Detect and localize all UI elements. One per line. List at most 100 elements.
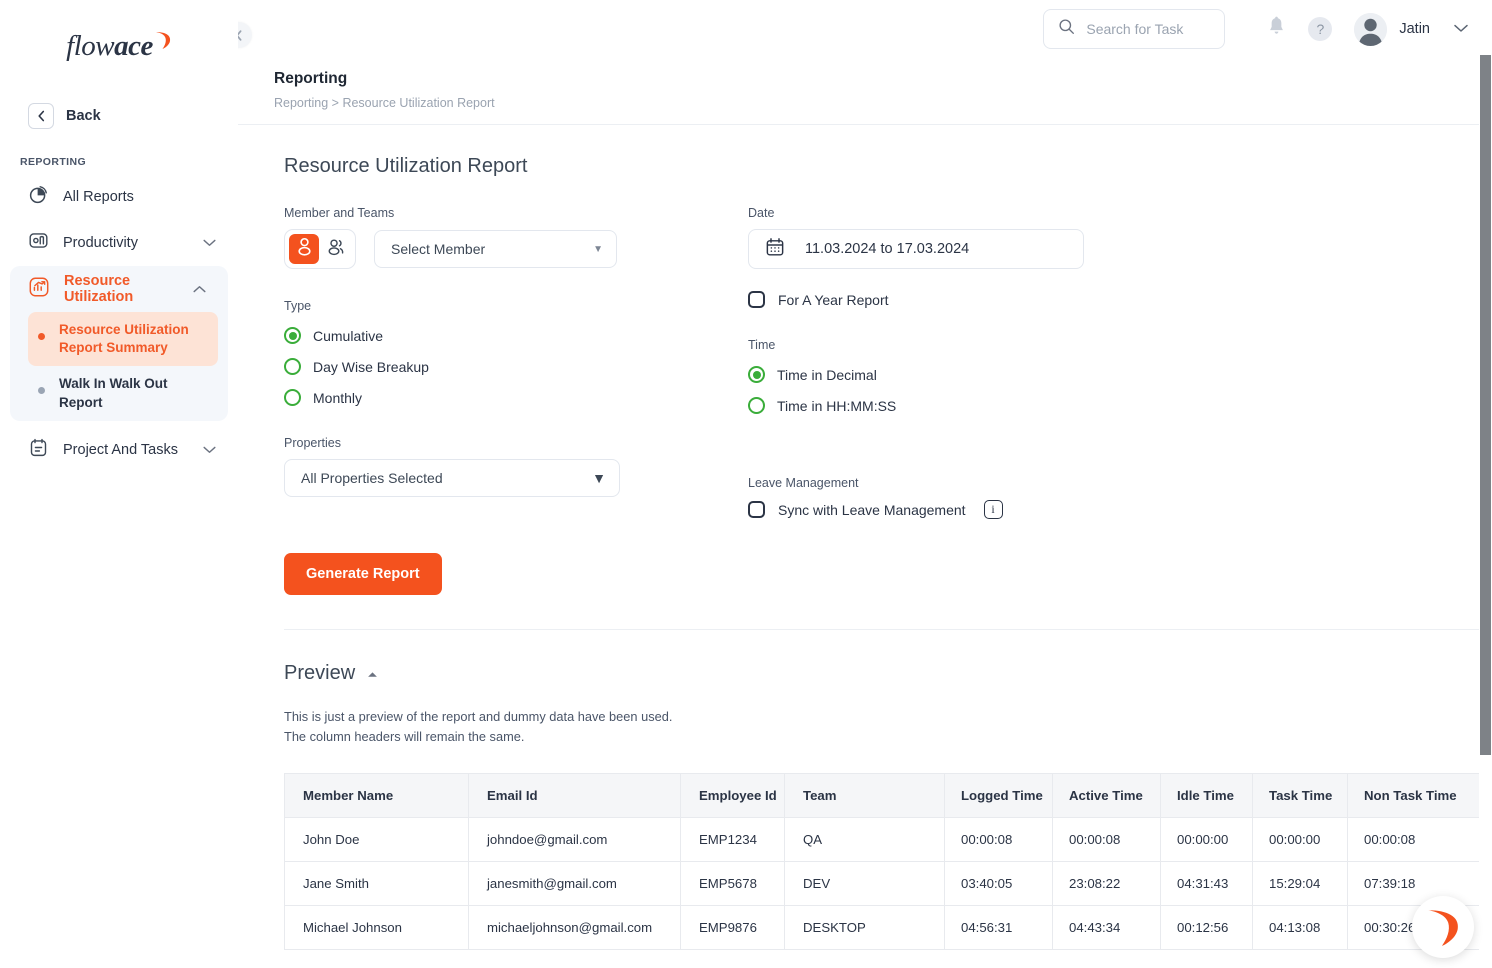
preview-note: This is just a preview of the report and… <box>284 707 1492 747</box>
time-option-label: Time in Decimal <box>777 366 877 383</box>
date-range-input[interactable]: 11.03.2024 to 17.03.2024 <box>748 229 1084 269</box>
logo-swoosh-icon <box>154 25 172 49</box>
bar-chart-icon <box>28 230 49 256</box>
cell-idle-time: 00:00:00 <box>1160 816 1253 862</box>
type-option-day-wise-breakup[interactable]: Day Wise Breakup <box>284 358 748 375</box>
sidebar-item-resource-utilization[interactable]: Resource Utilization <box>10 266 228 312</box>
member-toggle-button[interactable] <box>289 234 319 264</box>
logo-text-bold: ace <box>114 29 153 62</box>
help-icon[interactable]: ? <box>1308 17 1333 41</box>
chevron-down-icon[interactable] <box>1454 20 1468 38</box>
form-column-left: Member and Teams Select Member ▼ Type Cu… <box>284 206 748 519</box>
member-select-value: Select Member <box>391 241 486 257</box>
member-select[interactable]: Select Member ▼ <box>374 230 617 268</box>
for-a-year-report-label: For A Year Report <box>778 291 889 308</box>
radio-icon <box>748 397 765 414</box>
sync-leave-management-row[interactable]: Sync with Leave Management i <box>748 500 1168 519</box>
column-header-idle-time[interactable]: Idle Time <box>1160 772 1253 818</box>
sidebar-section-reporting: REPORTING <box>20 156 87 168</box>
properties-select[interactable]: All Properties Selected ▼ <box>284 459 620 497</box>
radio-icon <box>284 358 301 375</box>
sidebar-item-label: Project And Tasks <box>63 441 178 458</box>
main-content: ? Jatin Reporting Reporting > Resource U… <box>238 0 1492 968</box>
table-row: Michael Johnson michaeljohnson@gmail.com… <box>284 904 1492 950</box>
type-option-label: Cumulative <box>313 327 384 344</box>
cell-active-time: 23:08:22 <box>1052 860 1161 906</box>
back-chevron-icon <box>28 103 54 129</box>
for-a-year-report-checkbox-row[interactable]: For A Year Report <box>748 291 1168 308</box>
cell-member-name: John Doe <box>284 816 469 862</box>
radio-icon <box>284 389 301 406</box>
calendar-icon <box>765 237 785 262</box>
sidebar-item-all-reports[interactable]: All Reports <box>0 174 238 220</box>
info-icon[interactable]: i <box>983 500 1003 519</box>
search-box[interactable] <box>1043 9 1226 49</box>
time-option-decimal[interactable]: Time in Decimal <box>748 366 1168 383</box>
app-logo[interactable]: flowace <box>0 0 238 92</box>
back-button[interactable]: Back <box>0 96 238 136</box>
sidebar-item-label: Productivity <box>63 235 138 251</box>
cell-email: johndoe@gmail.com <box>468 816 681 862</box>
column-header-employee-id[interactable]: Employee Id <box>680 772 785 818</box>
user-name[interactable]: Jatin <box>1399 21 1430 37</box>
column-header-non-task-time[interactable]: Non Task Time <box>1347 772 1492 818</box>
form-column-right: Date 11.03.2024 to 17.03.2024 For A Year… <box>748 206 1168 519</box>
topbar-icons: ? Jatin <box>1267 12 1468 46</box>
notification-bell-icon[interactable] <box>1267 16 1286 42</box>
cell-idle-time: 04:31:43 <box>1160 860 1253 906</box>
search-input[interactable] <box>1086 21 1207 37</box>
chevron-up-icon[interactable] <box>367 665 378 683</box>
scrollbar-thumb[interactable] <box>1480 55 1491 755</box>
date-label: Date <box>748 206 775 220</box>
column-header-logged-time[interactable]: Logged Time <box>944 772 1053 818</box>
pie-chart-icon <box>28 184 49 210</box>
sidebar-item-project-and-tasks[interactable]: Project And Tasks <box>0 427 238 473</box>
properties-label: Properties <box>284 436 341 450</box>
cell-task-time: 04:13:08 <box>1252 904 1348 950</box>
member-and-teams-row: Select Member ▼ <box>284 229 748 269</box>
column-header-member-name[interactable]: Member Name <box>284 772 469 818</box>
table-header-row: Member Name Email Id Employee Id Team Lo… <box>284 772 1492 818</box>
sidebar: flowace Back REPORTING All Reports Produ… <box>0 0 238 968</box>
type-option-label: Monthly <box>313 389 363 406</box>
flowace-swoosh-icon <box>1428 910 1458 946</box>
avatar[interactable] <box>1354 12 1388 46</box>
preview-note-line2: The column headers will remain the same. <box>284 728 525 744</box>
cell-logged-time: 03:40:05 <box>944 860 1053 906</box>
preview-table: Member Name Email Id Employee Id Team Lo… <box>284 772 1492 950</box>
cell-employee-id: EMP1234 <box>680 816 785 862</box>
sidebar-item-productivity[interactable]: Productivity <box>0 220 238 266</box>
type-option-monthly[interactable]: Monthly <box>284 389 748 406</box>
section-divider <box>284 629 1492 630</box>
date-range-value: 11.03.2024 to 17.03.2024 <box>805 241 970 257</box>
time-label: Time <box>748 338 776 352</box>
person-icon <box>296 237 313 261</box>
team-toggle-button[interactable] <box>321 234 351 264</box>
column-header-task-time[interactable]: Task Time <box>1252 772 1348 818</box>
time-option-hhmmss[interactable]: Time in HH:MM:SS <box>748 397 1168 414</box>
chat-widget-button[interactable] <box>1412 896 1474 958</box>
preview-header[interactable]: Preview <box>284 662 1492 685</box>
app-root: flowace Back REPORTING All Reports Produ… <box>0 0 1492 968</box>
vertical-scrollbar[interactable] <box>1479 55 1492 968</box>
sidebar-subitem-resource-utilization-report-summary[interactable]: Resource Utilization Report Summary <box>28 312 218 367</box>
column-header-team[interactable]: Team <box>784 772 945 818</box>
sidebar-subitem-walk-in-walk-out-report[interactable]: Walk In Walk Out Report <box>28 366 218 420</box>
checkbox-icon <box>748 501 765 518</box>
cell-team: QA <box>784 816 945 862</box>
report-card: Resource Utilization Report Member and T… <box>238 155 1492 950</box>
column-header-active-time[interactable]: Active Time <box>1052 772 1161 818</box>
generate-report-button[interactable]: Generate Report <box>284 553 442 595</box>
sidebar-item-label: Resource Utilization <box>64 273 134 305</box>
table-row: Jane Smith janesmith@gmail.com EMP5678 D… <box>284 860 1492 906</box>
column-header-email-id[interactable]: Email Id <box>468 772 681 818</box>
chevron-up-icon <box>193 280 206 298</box>
type-option-cumulative[interactable]: Cumulative <box>284 327 748 344</box>
cell-task-time: 15:29:04 <box>1252 860 1348 906</box>
cell-member-name: Jane Smith <box>284 860 469 906</box>
trending-up-icon <box>28 276 50 303</box>
member-and-teams-label: Member and Teams <box>284 206 395 220</box>
bullet-dot-icon <box>38 333 45 340</box>
cell-logged-time: 00:00:08 <box>944 816 1053 862</box>
cell-non-task-time: 07:39:18 <box>1347 860 1492 906</box>
